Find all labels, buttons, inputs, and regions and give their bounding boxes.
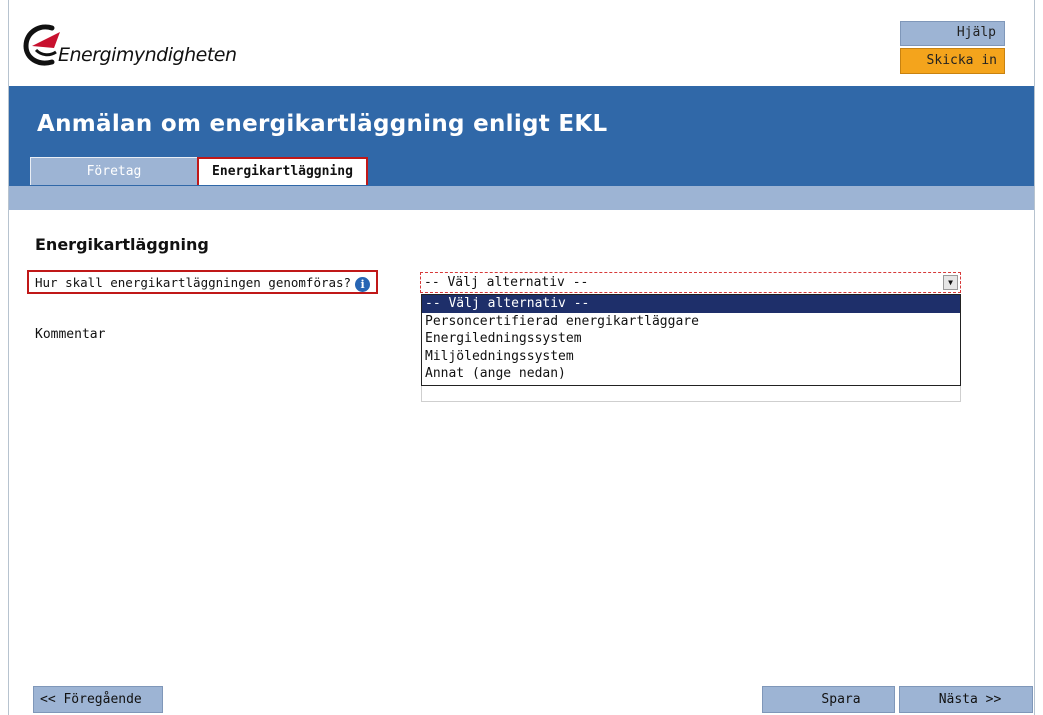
section-title: Energikartläggning: [35, 235, 209, 254]
dropdown-option[interactable]: Personcertifierad energikartläggare: [422, 313, 960, 331]
select-value: -- Välj alternativ --: [424, 275, 589, 290]
method-dropdown-list: -- Välj alternativ -- Personcertifierad …: [421, 294, 961, 386]
submit-button[interactable]: Skicka in: [900, 48, 1005, 74]
dropdown-option[interactable]: Miljöledningssystem: [422, 348, 960, 366]
energimyndigheten-logo: Energimyndigheten: [22, 22, 262, 68]
question-label: Hur skall energikartläggningen genomföra…: [27, 270, 379, 294]
tab-energikartlaggning[interactable]: Energikartläggning: [197, 157, 368, 185]
sub-band: [9, 186, 1034, 210]
logo-mark-icon: [23, 24, 60, 66]
dropdown-option[interactable]: -- Välj alternativ --: [422, 295, 960, 313]
method-select[interactable]: -- Välj alternativ -- ▼: [420, 272, 961, 293]
dropdown-option[interactable]: Annat (ange nedan): [422, 365, 960, 383]
previous-button[interactable]: << Föregående: [33, 686, 163, 713]
next-button[interactable]: Nästa >>: [899, 686, 1033, 713]
info-icon[interactable]: i: [355, 277, 371, 292]
page-title: Anmälan om energikartläggning enligt EKL: [37, 111, 608, 137]
dropdown-option[interactable]: Energiledningssystem: [422, 330, 960, 348]
comment-label: Kommentar: [35, 327, 106, 342]
chevron-down-icon[interactable]: ▼: [943, 275, 958, 290]
save-button[interactable]: Spara: [762, 686, 895, 713]
help-button[interactable]: Hjälp: [900, 21, 1005, 46]
question-text: Hur skall energikartläggningen genomföra…: [35, 275, 352, 290]
tab-foretag[interactable]: Företag: [30, 157, 198, 185]
logo-text: Energimyndigheten: [58, 44, 237, 66]
comment-textarea[interactable]: [421, 386, 961, 402]
